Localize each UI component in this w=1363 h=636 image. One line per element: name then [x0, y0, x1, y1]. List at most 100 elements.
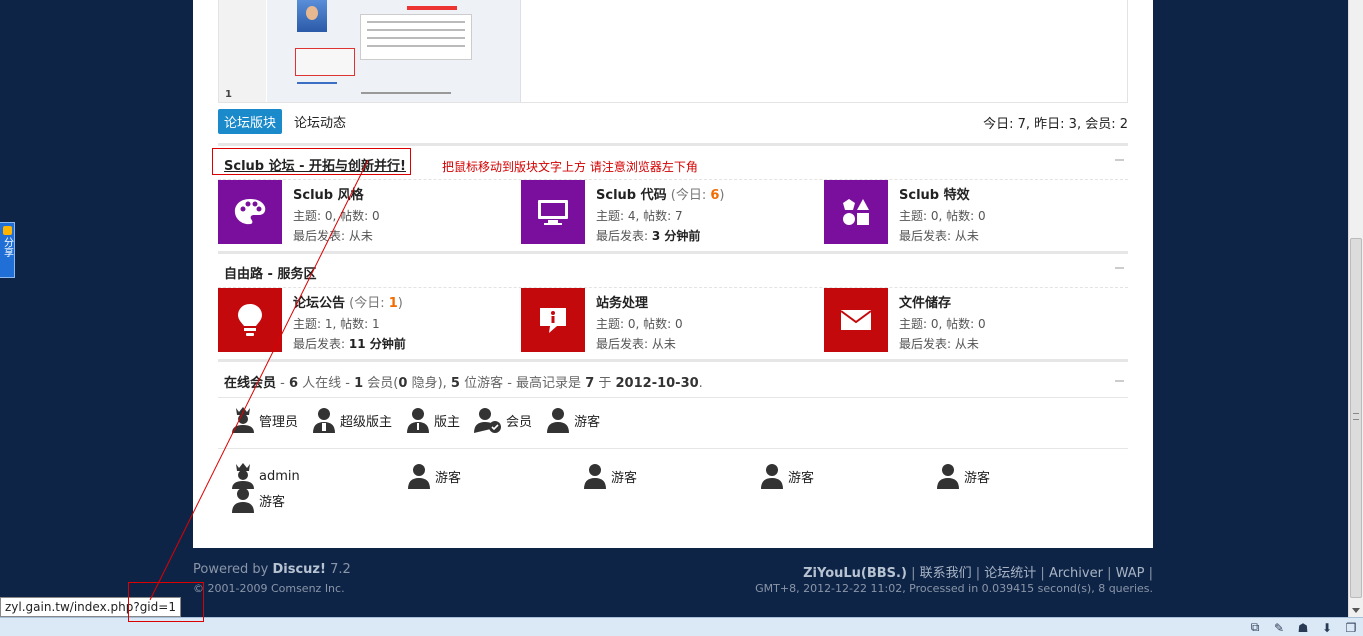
- tab-forum-activity[interactable]: 论坛动态: [288, 109, 352, 134]
- forum-group-service: 自由路 - 服务区 论坛公告 (今日: 1) 主题: 1, 帖数: 1 最后发表…: [218, 251, 1128, 358]
- footer-link-archiver[interactable]: Archiver: [1049, 566, 1103, 581]
- monitor-icon: [538, 200, 568, 225]
- shapes-icon: [843, 199, 869, 225]
- main-panel: 1 论坛版块 论坛动态 今日: 7, 昨日: 3, 会员: 2 Sclub 论坛…: [193, 0, 1153, 548]
- forum-icon[interactable]: [824, 180, 888, 244]
- forum-stats: 主题: 4, 帖数: 7: [596, 209, 683, 223]
- group-title-link[interactable]: 自由路 - 服务区: [224, 263, 316, 282]
- forum-icon[interactable]: [218, 180, 282, 244]
- share-logo-icon: [2, 226, 12, 235]
- wrench-icon[interactable]: ✎: [1271, 621, 1287, 635]
- palette-icon: [234, 199, 266, 225]
- forum-last-post: 最后发表: 从未: [899, 229, 979, 243]
- share-label: 分享: [1, 237, 13, 257]
- forum-item[interactable]: 文件储存 主题: 0, 帖数: 0 最后发表: 从未: [824, 288, 1127, 358]
- footer-processed: GMT+8, 2012-12-22 11:02, Processed in 0.…: [755, 582, 1153, 595]
- preview-sidebar: 1: [219, 0, 266, 102]
- avatar: [297, 0, 327, 32]
- guest-icon: [408, 464, 430, 489]
- info-bubble-icon: [540, 308, 566, 333]
- tab-forum-boards[interactable]: 论坛版块: [218, 108, 283, 134]
- browser-status-bar: ⧉ ✎ ☗ ⬇ ❐: [0, 617, 1363, 636]
- forum-last-post: 最后发表: 11 分钟前: [293, 337, 406, 351]
- day-stats: 今日: 7, 昨日: 3, 会员: 2: [983, 117, 1128, 132]
- share-widget[interactable]: 分享: [0, 222, 15, 278]
- legend-moderator: 版主: [406, 406, 460, 434]
- forum-name-link[interactable]: 文件储存: [899, 296, 951, 311]
- code-block: [360, 14, 472, 60]
- lightbulb-icon: [238, 304, 262, 336]
- forum-last-post: 最后发表: 从未: [899, 337, 979, 351]
- download-icon[interactable]: ⬇: [1319, 621, 1335, 635]
- forum-item[interactable]: Sclub 代码 (今日: 6) 主题: 4, 帖数: 7 最后发表: 3 分钟…: [521, 180, 824, 250]
- admin-user-icon: [232, 407, 254, 433]
- guest-icon: [584, 464, 606, 489]
- forum-stats: 主题: 0, 帖数: 0: [899, 209, 986, 223]
- envelope-icon: [840, 310, 872, 330]
- site-link[interactable]: ZiYouLu(BBS.): [803, 566, 907, 581]
- forum-stats: 主题: 0, 帖数: 0: [293, 209, 380, 223]
- status-bar-icons: ⧉ ✎ ☗ ⬇ ❐: [1239, 618, 1359, 636]
- forum-icon[interactable]: [521, 288, 585, 352]
- forum-last-post: 最后发表: 从未: [293, 229, 373, 243]
- footer-link-wap[interactable]: WAP: [1116, 566, 1145, 581]
- moderator-icon: [407, 408, 430, 433]
- forum-stats: 主题: 0, 帖数: 0: [899, 317, 986, 331]
- preview-screenshot-image[interactable]: [267, 0, 521, 102]
- forum-name-link[interactable]: Sclub 风格: [293, 188, 364, 203]
- forum-last-post: 最后发表: 从未: [596, 337, 676, 351]
- forum-item[interactable]: Sclub 风格 主题: 0, 帖数: 0 最后发表: 从未: [218, 180, 521, 250]
- online-user[interactable]: 游客: [760, 462, 814, 490]
- forum-name-link[interactable]: Sclub 特效: [899, 188, 970, 203]
- collapse-icon[interactable]: [1115, 380, 1124, 382]
- popout-icon[interactable]: ⧉: [1247, 620, 1263, 635]
- footer-copyright: © 2001-2009 Comsenz Inc.: [193, 582, 345, 595]
- guest-icon: [761, 464, 783, 489]
- online-user[interactable]: 游客: [407, 462, 461, 490]
- collapse-icon[interactable]: [1115, 159, 1124, 161]
- legend-member: 会员: [474, 406, 532, 434]
- guest-icon: [547, 408, 570, 433]
- annotation-highlight-box: [128, 582, 204, 622]
- forum-name-link[interactable]: 站务处理: [596, 296, 648, 311]
- forum-item[interactable]: 论坛公告 (今日: 1) 主题: 1, 帖数: 1 最后发表: 11 分钟前: [218, 288, 521, 358]
- forum-icon[interactable]: [218, 288, 282, 352]
- scroll-down-arrow-icon[interactable]: [1352, 608, 1360, 613]
- online-user[interactable]: 游客: [231, 486, 285, 514]
- member-legend: 管理员 超级版主 版主 会员 游客: [231, 406, 614, 434]
- member-icon: [474, 408, 502, 433]
- online-members-header: 在线会员 - 6 人在线 - 1 会员(0 隐身), 5 位游客 - 最高记录是…: [218, 359, 1128, 398]
- forum-name-link[interactable]: Sclub 代码: [596, 188, 667, 203]
- window-icon[interactable]: ❐: [1343, 621, 1359, 635]
- forum-item[interactable]: 站务处理 主题: 0, 帖数: 0 最后发表: 从未: [521, 288, 824, 358]
- footer-links: ZiYouLu(BBS.) | 联系我们 | 论坛统计 | Archiver |…: [803, 566, 1153, 581]
- forum-last-post: 最后发表: 3 分钟前: [596, 229, 701, 243]
- forum-icon[interactable]: [521, 180, 585, 244]
- footer-powered: Powered by Discuz! 7.2: [193, 562, 351, 577]
- legend-guest: 游客: [546, 406, 600, 434]
- footer-link-stats[interactable]: 论坛统计: [984, 566, 1036, 581]
- board-tabs: 论坛版块 论坛动态: [218, 108, 358, 134]
- annotation-highlight-box: [212, 148, 411, 175]
- legend-admin: 管理员: [231, 406, 298, 434]
- preview-page-number: 1: [225, 89, 232, 100]
- forum-stats: 主题: 0, 帖数: 0: [596, 317, 683, 331]
- footer-link-contact[interactable]: 联系我们: [920, 566, 972, 581]
- collapse-icon[interactable]: [1115, 267, 1124, 269]
- guest-icon: [937, 464, 959, 489]
- online-summary: 在线会员 - 6 人在线 - 1 会员(0 隐身), 5 位游客 - 最高记录是…: [224, 376, 703, 391]
- online-user[interactable]: 游客: [583, 462, 637, 490]
- guest-icon: [232, 488, 254, 513]
- forum-name-link[interactable]: 论坛公告: [293, 296, 345, 311]
- vertical-scrollbar[interactable]: [1348, 0, 1363, 617]
- discuz-link[interactable]: Discuz!: [272, 562, 325, 577]
- forum-stats: 主题: 1, 帖数: 1: [293, 317, 380, 331]
- forum-icon[interactable]: [824, 288, 888, 352]
- online-user[interactable]: 游客: [936, 462, 990, 490]
- super-moderator-icon: [313, 408, 336, 433]
- mask-icon[interactable]: ☗: [1295, 621, 1311, 635]
- legend-super-moderator: 超级版主: [312, 406, 392, 434]
- forum-item[interactable]: Sclub 特效 主题: 0, 帖数: 0 最后发表: 从未: [824, 180, 1127, 250]
- attachment-preview: 1: [218, 0, 1128, 103]
- annotation-text: 把鼠标移动到版块文字上方 请注意浏览器左下角: [442, 160, 698, 174]
